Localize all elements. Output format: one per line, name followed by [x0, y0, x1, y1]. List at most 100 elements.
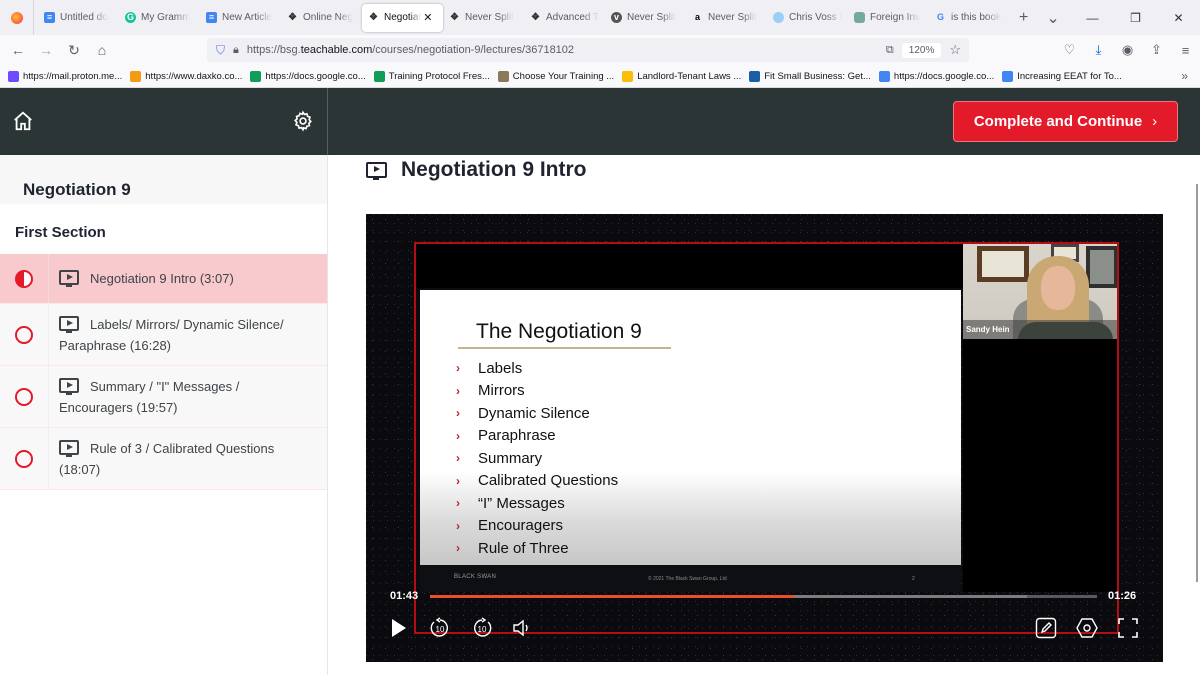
restore-window-button[interactable]: ❐ [1114, 11, 1157, 25]
lock-icon[interactable]: 🔒︎ [233, 44, 239, 57]
close-tab-icon[interactable]: ✕ [423, 11, 432, 24]
sidebar-lecture-item[interactable]: Rule of 3 / Calibrated Questions (18:07) [0, 428, 327, 490]
lecture-link[interactable]: Negotiation 9 Intro (3:07) [49, 254, 254, 303]
video-lecture-icon [59, 316, 79, 333]
lecture-status[interactable] [0, 304, 49, 365]
daxko-icon [130, 70, 142, 82]
browser-tab[interactable]: ≡ New Article [200, 4, 281, 32]
bookmark-item[interactable]: Training Protocol Fres... [373, 70, 490, 82]
bookmark-item[interactable]: Landlord-Tenant Laws ... [622, 70, 741, 82]
minimize-window-button[interactable]: — [1071, 11, 1114, 25]
sidebar-lecture-item[interactable]: Summary / "I" Messages / Encouragers (19… [0, 366, 327, 428]
more-bookmarks-chevron-icon[interactable]: » [1181, 69, 1188, 83]
forward-button[interactable]: → [32, 42, 60, 58]
bookmark-item[interactable]: https://docs.google.co... [250, 70, 366, 82]
lecture-status[interactable] [0, 428, 49, 489]
proton-mail-icon [8, 70, 19, 82]
url-text[interactable]: https://bsg.teachable.com/courses/negoti… [247, 44, 574, 56]
firefox-menu-icon[interactable] [0, 0, 34, 35]
downloads-icon[interactable]: ⤓ [1084, 42, 1113, 58]
browser-tab[interactable]: ❖ Online Neg [281, 4, 362, 32]
bookmark-label: https://docs.google.co... [265, 70, 366, 82]
fsb-icon [749, 70, 761, 82]
bookmark-label: https://mail.proton.me... [23, 70, 123, 82]
list-all-tabs-button[interactable]: ⌄ [1037, 8, 1068, 28]
fullscreen-button[interactable] [1118, 618, 1138, 638]
page-scrollbar[interactable] [1196, 184, 1198, 582]
bookmark-label: Increasing EEAT for To... [1017, 70, 1122, 82]
google-docs-icon [1002, 70, 1014, 82]
incomplete-circle-icon [15, 387, 33, 406]
lecture-link[interactable]: Labels/ Mirrors/ Dynamic Silence/ Paraph… [49, 304, 327, 365]
browser-tab[interactable]: a Never Split [686, 4, 767, 32]
zoom-level-button[interactable]: 120% [901, 42, 942, 58]
lecture-status[interactable] [0, 366, 49, 427]
lecture-link[interactable]: Rule of 3 / Calibrated Questions (18:07) [49, 428, 327, 489]
home-icon[interactable] [12, 110, 34, 132]
black-swan-icon: ❖ [531, 12, 540, 23]
bookmark-item[interactable]: https://mail.proton.me... [8, 70, 123, 82]
browser-tab[interactable]: Chris Voss N [767, 4, 848, 32]
bookmark-item[interactable]: https://www.daxko.co... [130, 70, 242, 82]
reload-button[interactable]: ↻ [60, 42, 88, 59]
course-title: Negotiation 9 [0, 155, 327, 204]
video-player[interactable]: The Negotiation 9 › Labels › Mirrors › Dynami… [366, 214, 1163, 662]
video-lecture-icon [59, 270, 79, 287]
bookmark-item[interactable]: https://docs.google.co... [878, 70, 994, 82]
black-swan-icon: ❖ [450, 12, 459, 23]
app-menu-icon[interactable]: ≡ [1171, 43, 1200, 58]
back-button[interactable]: ← [4, 42, 32, 58]
forward-10-button[interactable]: 10 [471, 617, 493, 639]
address-bar[interactable]: ⛉ 🔒︎ https://bsg.teachable.com/courses/n… [207, 38, 969, 62]
bookmark-item[interactable]: Fit Small Business: Get... [749, 70, 871, 82]
settings-gear-icon[interactable] [292, 110, 314, 132]
tab-label: Chris Voss N [789, 12, 842, 23]
account-icon[interactable]: ◉ [1113, 42, 1142, 58]
lecture-title: Labels/ Mirrors/ Dynamic Silence/ Paraph… [59, 317, 284, 353]
tab-label: My Gramm [141, 12, 191, 23]
pocket-icon[interactable]: ♡ [1055, 42, 1084, 58]
browser-tab[interactable]: ❖ Never Split [443, 4, 524, 32]
bookmark-star-icon[interactable]: ☆ [949, 42, 961, 58]
browser-tab[interactable]: ❖ Advanced T [524, 4, 605, 32]
picture-in-picture-icon[interactable]: ⧉ [886, 44, 894, 57]
sidebar-lecture-item[interactable]: Labels/ Mirrors/ Dynamic Silence/ Paraph… [0, 304, 327, 366]
chevron-right-icon: › [1152, 113, 1158, 130]
complete-and-continue-button[interactable]: Complete and Continue › [953, 101, 1178, 142]
volume-button[interactable] [512, 619, 532, 637]
complete-button-label: Complete and Continue [973, 113, 1143, 130]
vox-icon: v [611, 12, 622, 23]
browser-tab[interactable]: v Never Split [605, 4, 686, 32]
globe-icon [773, 12, 784, 23]
lecture-link[interactable]: Summary / "I" Messages / Encouragers (19… [49, 366, 327, 427]
tab-label: Negotiat [384, 12, 422, 23]
tab-label: Never Split [627, 12, 676, 23]
play-button[interactable] [390, 618, 408, 638]
browser-tab[interactable]: ≡ Untitled do [38, 4, 119, 32]
lecture-status[interactable] [0, 254, 49, 303]
sidebar-lecture-item[interactable]: Negotiation 9 Intro (3:07) [0, 254, 327, 304]
close-window-button[interactable]: ✕ [1157, 11, 1200, 25]
home-button[interactable]: ⌂ [88, 42, 116, 58]
new-tab-button[interactable]: + [1010, 9, 1037, 27]
tracking-protection-shield-icon[interactable]: ⛉ [216, 43, 225, 58]
amazon-icon: a [694, 12, 700, 22]
video-progress-bar[interactable] [430, 595, 1097, 598]
extensions-icon[interactable]: ⇪ [1142, 42, 1171, 58]
rewind-10-button[interactable]: 10 [429, 617, 451, 639]
tab-active[interactable]: ❖ Negotiat ✕ [362, 3, 443, 32]
bookmark-item[interactable]: Increasing EEAT for To... [1002, 70, 1122, 82]
browser-tab[interactable]: Foreign Inv [848, 4, 929, 32]
google-docs-icon: ≡ [44, 12, 55, 23]
header-divider [327, 88, 328, 155]
google-sheets-icon [373, 70, 385, 82]
browser-tab[interactable]: G My Gramm [119, 4, 200, 32]
in-progress-circle-icon [15, 269, 33, 288]
bookmark-label: Training Protocol Fres... [388, 70, 490, 82]
notes-button[interactable] [1035, 617, 1057, 639]
bookmarks-toolbar: https://mail.proton.me... https://www.dax… [0, 65, 1200, 88]
bookmark-item[interactable]: Choose Your Training ... [497, 70, 614, 82]
browser-tab[interactable]: Gis this book [929, 4, 1010, 32]
incomplete-circle-icon [15, 449, 33, 468]
settings-hexagon-icon[interactable] [1076, 617, 1098, 639]
